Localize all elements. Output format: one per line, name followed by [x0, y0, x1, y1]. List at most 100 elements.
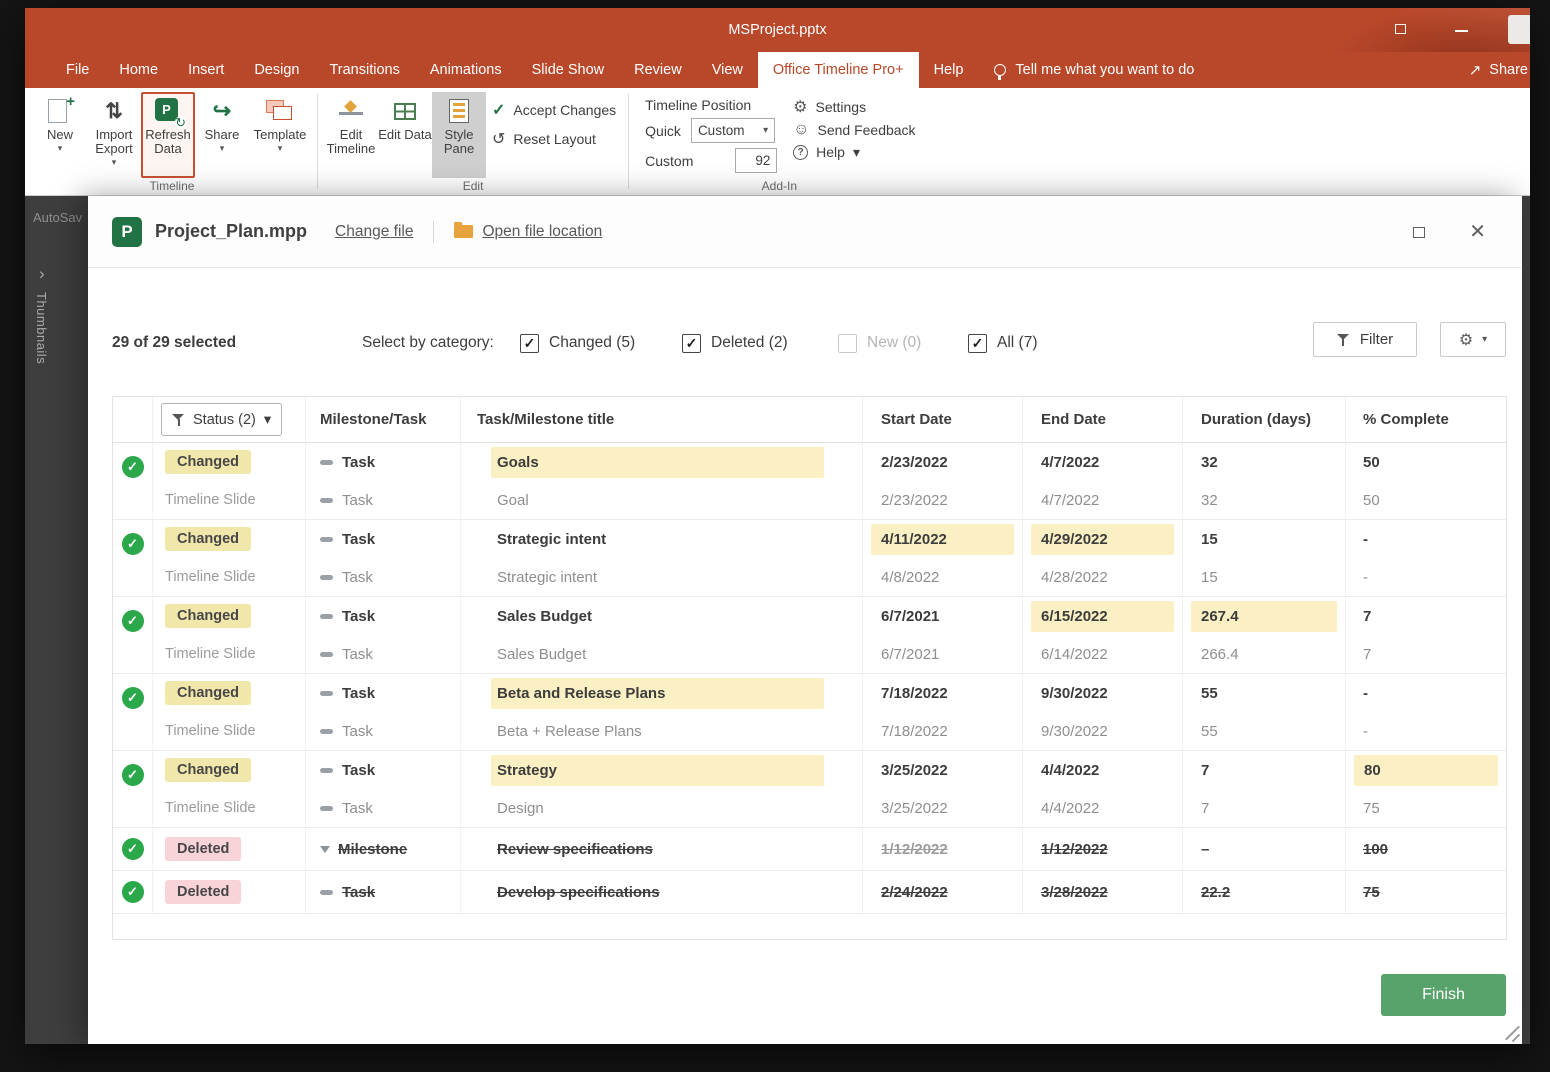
tab-view[interactable]: View: [697, 52, 758, 88]
template-button[interactable]: Template ▾: [249, 92, 311, 178]
tab-file[interactable]: File: [51, 52, 104, 88]
table-row[interactable]: ✓ Deleted Task Develop specifications 2/…: [113, 871, 1506, 914]
style-pane-icon: [449, 99, 469, 123]
row-selected-icon[interactable]: ✓: [122, 838, 144, 860]
chevron-down-icon: ▾: [1482, 334, 1487, 345]
status-badge: Changed: [165, 758, 251, 782]
edit-timeline-button[interactable]: Edit Timeline: [324, 92, 378, 178]
timeline-position-title: Timeline Position: [645, 97, 775, 113]
row-selected-icon[interactable]: ✓: [122, 764, 144, 786]
category-checkbox-new[interactable]: New (0): [838, 324, 921, 362]
minimize-window-icon[interactable]: [1455, 30, 1468, 32]
status-badge: Deleted: [165, 837, 241, 861]
chevron-down-icon: ▾: [58, 144, 63, 152]
share-button-top[interactable]: ↗ Share: [1469, 52, 1528, 88]
change-file-link[interactable]: Change file: [335, 223, 413, 241]
category-checkbox-deleted[interactable]: ✓ Deleted (2): [682, 324, 788, 362]
thumbnails-label: Thumbnails: [34, 292, 49, 364]
status-filter-dropdown[interactable]: Status (2) ▾: [161, 403, 282, 436]
task-icon: [320, 498, 333, 503]
quick-position-dropdown[interactable]: Custom ▾: [691, 118, 775, 143]
tab-help[interactable]: Help: [919, 52, 979, 88]
tab-design[interactable]: Design: [239, 52, 314, 88]
edit-data-button[interactable]: Edit Data: [378, 92, 432, 178]
select-by-category-label: Select by category:: [362, 324, 494, 362]
table-row[interactable]: ✓ Changed Timeline Slide Task Task Strat…: [113, 751, 1506, 828]
status-badge: Changed: [165, 527, 251, 551]
group-label-edit: Edit: [320, 179, 626, 193]
tab-animations[interactable]: Animations: [415, 52, 517, 88]
tab-insert[interactable]: Insert: [173, 52, 239, 88]
share-arrow-icon: ↪: [213, 96, 231, 126]
header-end-date: End Date: [1023, 397, 1183, 442]
header-percent-complete: % Complete: [1346, 397, 1506, 442]
lightbulb-icon: [994, 64, 1006, 76]
resize-handle[interactable]: [1502, 1024, 1520, 1042]
refresh-data-button[interactable]: P↻ Refresh Data: [141, 92, 195, 178]
filter-button[interactable]: Filter: [1313, 322, 1417, 357]
table-row[interactable]: ✓ Changed Timeline Slide Task Task Goals…: [113, 443, 1506, 520]
checkbox-unchecked-icon[interactable]: [838, 334, 857, 353]
tab-office-timeline-pro[interactable]: Office Timeline Pro+: [758, 52, 919, 88]
changed-value: Goals: [491, 447, 824, 478]
dialog-maximize-icon[interactable]: [1413, 227, 1425, 238]
check-icon: ✓: [492, 100, 505, 120]
table-row[interactable]: ✓ Changed Timeline Slide Task Task Strat…: [113, 520, 1506, 597]
group-label-timeline: Timeline: [29, 179, 315, 193]
row-selected-icon[interactable]: ✓: [122, 533, 144, 555]
row-selected-icon[interactable]: ✓: [122, 687, 144, 709]
new-button[interactable]: + New ▾: [33, 92, 87, 178]
table-settings-button[interactable]: ⚙ ▾: [1440, 322, 1506, 357]
selected-summary: 29 of 29 selected: [112, 324, 236, 362]
group-divider: [317, 94, 318, 189]
checkbox-checked-icon[interactable]: ✓: [520, 334, 539, 353]
quick-label: Quick: [645, 123, 681, 139]
changed-value: 267.4: [1191, 601, 1337, 632]
custom-position-input[interactable]: [735, 148, 777, 173]
status-badge: Changed: [165, 604, 251, 628]
row-selected-icon[interactable]: ✓: [122, 456, 144, 478]
ribbon-group-addin: Timeline Position Quick Custom ▾ Custom …: [631, 88, 927, 195]
titlebar: MSProject.pptx: [25, 8, 1530, 52]
help-button[interactable]: ? Help ▾: [793, 143, 915, 161]
send-feedback-button[interactable]: ☺ Send Feedback: [793, 121, 915, 139]
settings-button[interactable]: ⚙ Settings: [793, 97, 915, 117]
table-row[interactable]: ✓ Changed Timeline Slide Task Task Sales…: [113, 597, 1506, 674]
table-row[interactable]: ✓ Deleted Milestone Review specification…: [113, 828, 1506, 871]
tab-review[interactable]: Review: [619, 52, 697, 88]
open-file-location-link[interactable]: Open file location: [454, 223, 602, 241]
folder-icon: [454, 225, 473, 238]
close-window-button[interactable]: [1508, 15, 1530, 44]
style-pane-button[interactable]: Style Pane: [432, 92, 486, 178]
reset-layout-button[interactable]: ↺ Reset Layout: [492, 127, 616, 151]
task-icon: [320, 729, 333, 734]
expand-pane-icon[interactable]: ›: [39, 264, 45, 284]
share-button[interactable]: ↪ Share ▾: [195, 92, 249, 178]
finish-button[interactable]: Finish: [1381, 974, 1506, 1016]
checkbox-checked-icon[interactable]: ✓: [968, 334, 987, 353]
changed-value: Beta and Release Plans: [491, 678, 824, 709]
ms-project-icon: P: [112, 217, 142, 247]
tell-me-box[interactable]: Tell me what you want to do: [994, 52, 1194, 88]
help-icon: ?: [793, 145, 808, 160]
accept-changes-button[interactable]: ✓ Accept Changes: [492, 98, 616, 122]
row-selected-icon[interactable]: ✓: [122, 610, 144, 632]
ribbon: + New ▾ ⇅ Import Export ▾ P↻ Refresh Dat…: [25, 88, 1530, 196]
table-header-row: Status (2) ▾ Milestone/Task Task/Milesto…: [113, 397, 1506, 443]
smiley-icon: ☺: [793, 121, 809, 139]
checkbox-checked-icon[interactable]: ✓: [682, 334, 701, 353]
dialog-close-icon[interactable]: ✕: [1469, 222, 1486, 242]
table-row[interactable]: ✓ Changed Timeline Slide Task Task Beta …: [113, 674, 1506, 751]
row-selected-icon[interactable]: ✓: [122, 881, 144, 903]
import-export-button[interactable]: ⇅ Import Export ▾: [87, 92, 141, 178]
tab-transitions[interactable]: Transitions: [314, 52, 414, 88]
task-icon: [320, 537, 333, 542]
tab-slide-show[interactable]: Slide Show: [517, 52, 620, 88]
share-label: Share: [1489, 62, 1528, 78]
template-icon: [264, 97, 296, 125]
status-sub: Timeline Slide: [165, 800, 256, 816]
tab-home[interactable]: Home: [104, 52, 173, 88]
category-checkbox-all[interactable]: ✓ All (7): [968, 324, 1037, 362]
category-checkbox-changed[interactable]: ✓ Changed (5): [520, 324, 635, 362]
restore-window-icon[interactable]: [1395, 24, 1406, 34]
